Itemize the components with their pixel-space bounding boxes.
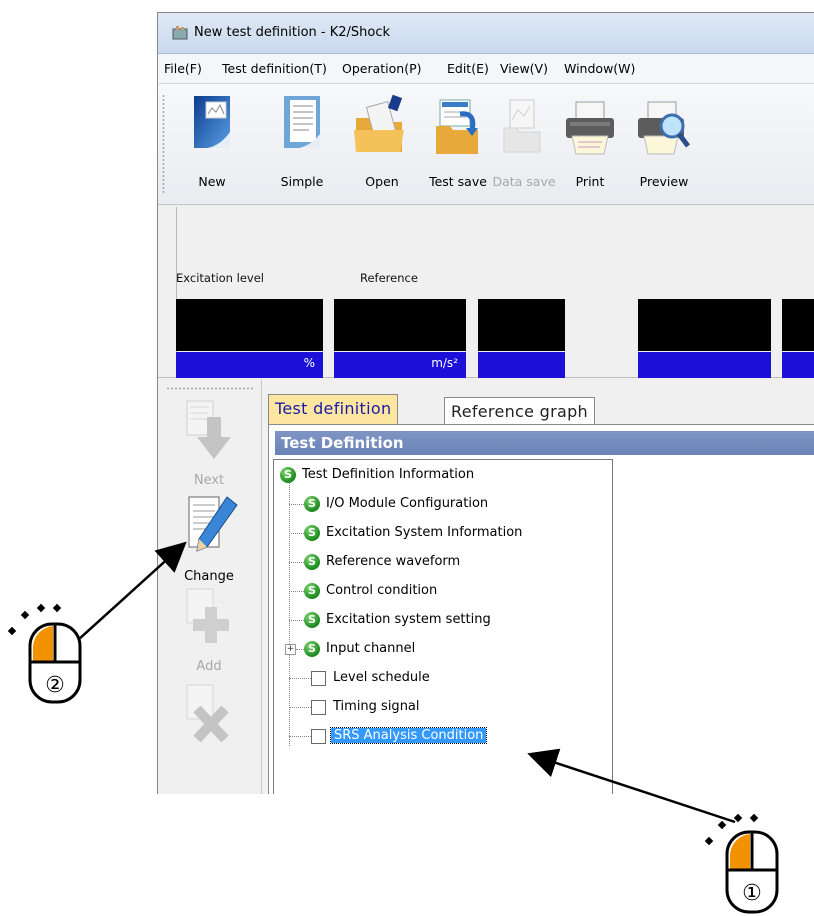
- mouse-click-icon: ②: [8, 603, 82, 704]
- step-1-marker: ①: [742, 881, 762, 906]
- mouse-click-icon: ①: [705, 813, 779, 914]
- pointer-arrow-change: [77, 541, 187, 641]
- annotation-overlay: [77, 541, 736, 824]
- step-2-marker: ②: [45, 673, 65, 698]
